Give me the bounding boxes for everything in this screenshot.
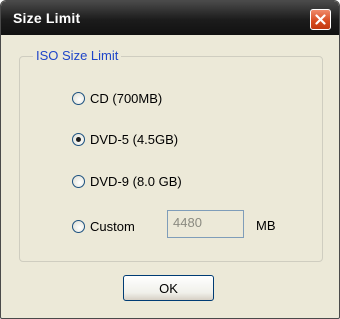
option-cd-label: CD (700MB) <box>90 91 163 106</box>
radio-custom[interactable] <box>72 220 85 233</box>
radio-cd[interactable] <box>72 92 85 105</box>
radio-dvd9[interactable] <box>72 175 85 188</box>
group-label: ISO Size Limit <box>33 48 122 63</box>
size-unit-label: MB <box>256 218 276 233</box>
size-limit-dialog: Size Limit ISO Size Limit CD (700MB) DVD… <box>0 0 340 319</box>
title-bar[interactable]: Size Limit <box>1 1 339 35</box>
option-dvd5-label: DVD-5 (4.5GB) <box>90 132 179 147</box>
custom-size-field[interactable]: 4480 <box>167 210 244 238</box>
radio-dvd5[interactable] <box>72 133 85 146</box>
option-dvd5[interactable]: DVD-5 (4.5GB) <box>72 132 178 147</box>
window-title: Size Limit <box>13 10 81 26</box>
close-button[interactable] <box>310 9 331 30</box>
ok-button[interactable]: OK <box>123 275 214 301</box>
option-dvd9-label: DVD-9 (8.0 GB) <box>90 174 182 189</box>
dialog-body: ISO Size Limit CD (700MB) DVD-5 (4.5GB) … <box>5 35 335 314</box>
option-custom[interactable]: Custom <box>72 219 135 234</box>
radio-selected-dot <box>76 137 81 142</box>
option-custom-label: Custom <box>90 219 135 234</box>
close-icon <box>315 14 326 25</box>
option-cd[interactable]: CD (700MB) <box>72 91 162 106</box>
option-dvd9[interactable]: DVD-9 (8.0 GB) <box>72 174 182 189</box>
